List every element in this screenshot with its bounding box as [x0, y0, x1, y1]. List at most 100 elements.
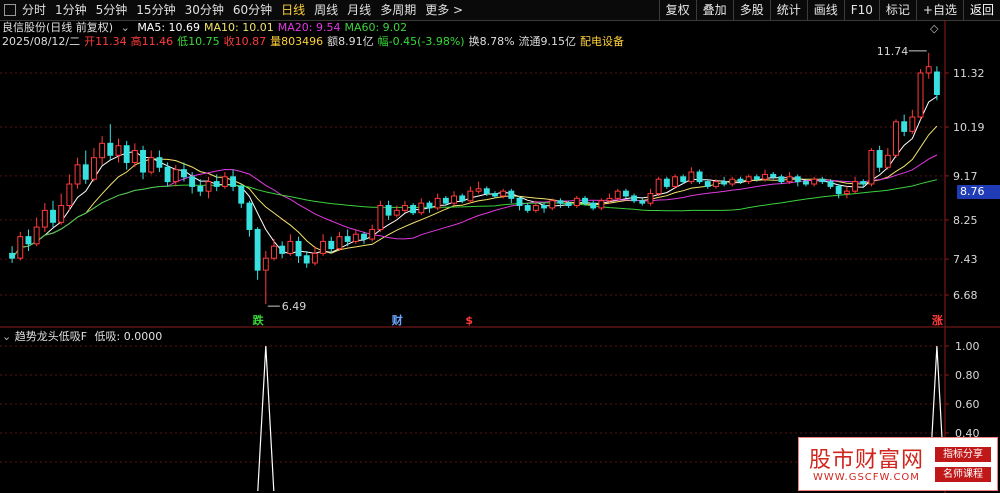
candle-61 — [508, 188, 515, 204]
price-tick-label-0: 11.32 — [953, 67, 985, 80]
candle-43 — [361, 231, 367, 244]
candle-78 — [647, 188, 654, 206]
candle-body — [131, 150, 138, 163]
candle-body — [295, 240, 302, 257]
candle-body — [442, 197, 449, 204]
candle-16 — [140, 145, 146, 180]
candle-body — [753, 176, 760, 180]
candle-98 — [811, 176, 818, 187]
candle-body — [475, 188, 482, 192]
candle-31 — [262, 251, 269, 305]
candle-body — [172, 169, 179, 183]
candle-body — [451, 195, 457, 204]
candle-77 — [639, 198, 646, 206]
candle-body — [737, 178, 744, 183]
watermark-logo: 股市财富网 WWW.GSCFW.COM 指标分享 名师课程 — [798, 437, 998, 491]
candle-body — [336, 236, 343, 250]
candle-body — [827, 181, 834, 187]
candle-body — [50, 209, 56, 223]
candle-body — [492, 193, 498, 197]
candle-88 — [729, 176, 736, 187]
candle-body — [74, 164, 81, 185]
candle-49 — [410, 203, 417, 216]
candle-body — [925, 66, 932, 74]
candle-body — [66, 183, 73, 207]
candle-body — [901, 121, 908, 132]
kline-chart[interactable]: ◇ 11.32 10.19 9.17 8.25 7.43 6.68 11.74 6.49 跌 财 $ 涨… — [0, 0, 1000, 493]
candle-body — [33, 226, 40, 245]
candle-body — [401, 205, 408, 211]
watermark-tag-course: 名师课程 — [935, 467, 991, 482]
candle-84 — [696, 169, 703, 184]
candle-body — [680, 176, 687, 183]
candle-body — [590, 202, 597, 209]
candle-body — [663, 178, 670, 187]
candle-111 — [917, 69, 924, 120]
price-tick-label-3: 8.25 — [953, 214, 978, 227]
candle-26 — [221, 172, 228, 189]
candle-body — [819, 178, 826, 183]
candle-body — [557, 200, 564, 204]
candle-body — [778, 176, 785, 183]
candle-body — [524, 205, 531, 211]
candle-body — [893, 121, 899, 156]
candle-body — [909, 116, 916, 132]
candle-body — [631, 195, 638, 202]
candle-body — [835, 185, 842, 195]
candle-body — [704, 181, 711, 187]
watermark-tag-share: 指标分享 — [935, 447, 991, 462]
candle-body — [434, 197, 441, 209]
candle-45 — [377, 200, 384, 232]
candle-body — [246, 202, 253, 230]
candle-body — [115, 145, 122, 156]
candle-94 — [778, 174, 785, 184]
event-marker-2: $ — [465, 314, 473, 327]
candle-body — [712, 181, 719, 187]
candle-body — [344, 236, 351, 242]
candle-42 — [352, 229, 359, 244]
candle-body — [868, 150, 875, 185]
candle-body — [197, 185, 204, 192]
candle-body — [303, 255, 310, 264]
candle-81 — [672, 174, 678, 189]
candle-body — [164, 166, 171, 183]
candle-106 — [876, 145, 883, 173]
candle-body — [221, 176, 228, 187]
event-marker-1: 财 — [391, 313, 403, 327]
candle-body — [328, 240, 335, 250]
candle-67 — [557, 198, 564, 208]
candle-body — [238, 185, 245, 204]
candle-103 — [852, 176, 859, 194]
candle-80 — [663, 176, 670, 189]
watermark-main: 股市财富网 — [809, 448, 925, 473]
candle-8 — [74, 157, 81, 189]
candle-body — [352, 233, 359, 242]
candle-body — [647, 193, 654, 204]
candle-4 — [41, 203, 48, 232]
candle-body — [25, 236, 32, 245]
candle-85 — [704, 179, 711, 189]
candle-2 — [25, 229, 32, 251]
candle-body — [418, 202, 425, 214]
candle-39 — [328, 236, 335, 254]
candle-body — [843, 190, 850, 195]
candle-body — [672, 176, 678, 187]
candle-body — [794, 176, 801, 183]
candle-57 — [475, 181, 482, 194]
candle-body — [99, 142, 106, 159]
candle-56 — [467, 186, 474, 204]
candle-body — [549, 200, 556, 209]
candle-body — [262, 257, 269, 271]
candle-body — [230, 176, 237, 187]
candle-body — [803, 181, 809, 185]
candle-37 — [311, 246, 318, 266]
candle-10 — [90, 148, 97, 182]
candle-body — [811, 178, 818, 185]
candle-24 — [205, 176, 212, 199]
candle-102 — [843, 186, 850, 199]
candle-110 — [909, 109, 916, 134]
candle-body — [189, 176, 196, 187]
candle-30 — [254, 227, 261, 280]
candle-body — [622, 190, 629, 197]
candle-113 — [933, 66, 940, 101]
